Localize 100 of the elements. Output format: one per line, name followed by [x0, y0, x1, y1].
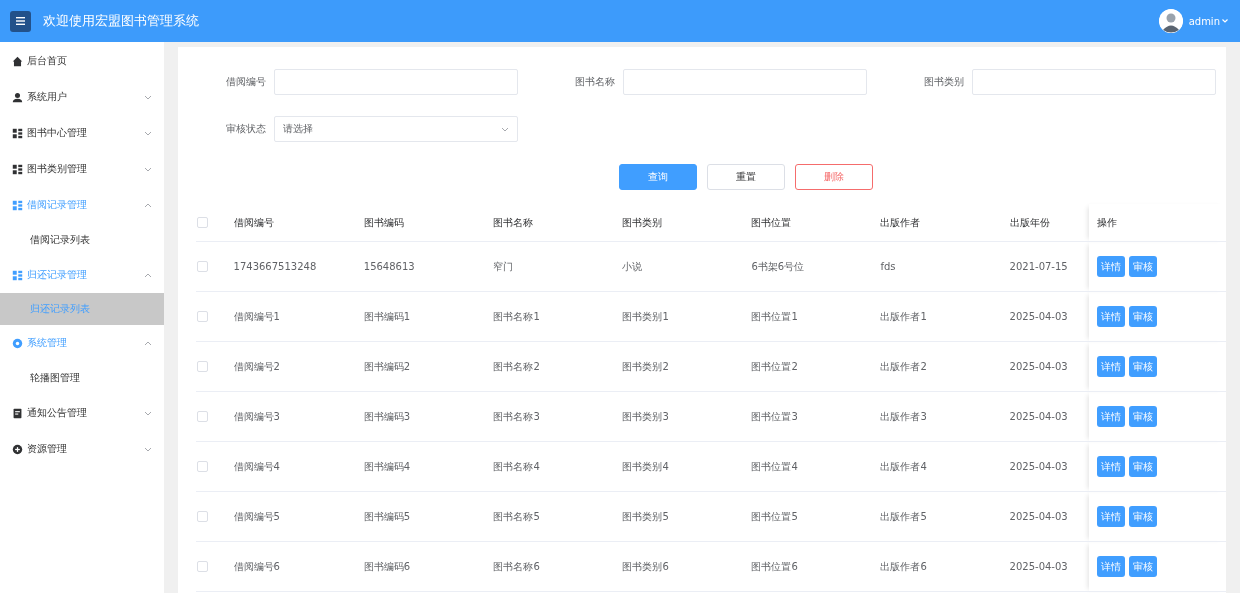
field-label: 借阅编号 [225, 75, 267, 89]
sidebar-subitem[interactable]: 归还记录列表 [0, 293, 164, 325]
delete-button[interactable]: 删除 [795, 164, 873, 190]
table-cell: 出版作者6 [880, 560, 927, 572]
table-cell: 1743667513248 [233, 261, 317, 272]
checkbox[interactable] [197, 261, 208, 272]
table-cell: 出版作者4 [880, 460, 927, 472]
chevron-down-icon [144, 130, 152, 136]
sidebar-subitem[interactable]: 轮播图管理 [0, 361, 164, 395]
checkbox[interactable] [197, 217, 208, 228]
sidebar-subitem[interactable]: 借阅记录列表 [0, 223, 164, 257]
details-button[interactable]: 详情 [1096, 406, 1125, 427]
review-button[interactable]: 审核 [1128, 256, 1157, 277]
sidebar-item[interactable]: 系统用户 [0, 79, 164, 115]
table-cell: 图书类别6 [622, 560, 669, 572]
table-cell: fds [880, 261, 896, 272]
sidebar-item[interactable]: 系统管理 [0, 325, 164, 361]
search-button[interactable]: 查询 [619, 164, 697, 190]
table-cell: 图书类别1 [622, 310, 669, 322]
details-button[interactable]: 详情 [1096, 306, 1125, 327]
review-button[interactable]: 审核 [1128, 356, 1157, 377]
chevron-down-icon [144, 94, 152, 100]
review-button[interactable]: 审核 [1128, 306, 1157, 327]
column-header: 图书编码 [363, 216, 404, 228]
user-icon [12, 91, 23, 103]
table-cell: 借阅编号3 [233, 410, 280, 422]
table-cell: 图书名称2 [493, 360, 540, 372]
table-cell: 出版作者1 [880, 310, 927, 322]
details-button[interactable]: 详情 [1096, 556, 1125, 577]
table-cell: 2025-04-03 [1009, 361, 1068, 372]
table-cell: 借阅编号6 [233, 560, 280, 572]
input-field[interactable] [274, 69, 518, 95]
chevron-down-icon [144, 446, 152, 452]
app-title: 欢迎使用宏盟图书管理系统 [43, 12, 200, 30]
table-cell: 图书类别2 [622, 360, 669, 372]
review-button[interactable]: 审核 [1128, 506, 1157, 527]
sidebar-item[interactable]: 通知公告管理 [0, 395, 164, 431]
checkbox[interactable] [197, 411, 208, 422]
column-header: 操作 [1096, 216, 1117, 228]
sidebar-item[interactable]: 后台首页 [0, 43, 164, 79]
table-cell: 图书编码1 [363, 310, 411, 322]
table-cell: 图书编码3 [363, 410, 411, 422]
details-button[interactable]: 详情 [1096, 506, 1125, 527]
input-field[interactable] [972, 69, 1216, 95]
field-label: 图书类别 [923, 75, 965, 89]
grid-icon [12, 269, 23, 281]
menu-button[interactable] [10, 10, 31, 32]
review-button[interactable]: 审核 [1128, 406, 1157, 427]
table-cell: 图书编码2 [363, 360, 411, 372]
table-cell: 图书类别3 [622, 410, 669, 422]
details-button[interactable]: 详情 [1096, 456, 1125, 477]
table-cell: 图书名称1 [493, 310, 540, 322]
table-cell: 出版作者5 [880, 510, 927, 522]
table-cell: 图书位置2 [751, 360, 798, 372]
sidebar-item[interactable]: 图书类别管理 [0, 151, 164, 187]
checkbox[interactable] [197, 461, 208, 472]
review-button[interactable]: 审核 [1128, 456, 1157, 477]
table-cell: 出版作者2 [880, 360, 927, 372]
menu-icon [16, 17, 25, 25]
chevron-down-icon [144, 410, 152, 416]
chevron-up-icon [144, 202, 152, 208]
review-button[interactable]: 审核 [1128, 556, 1157, 577]
checkbox[interactable] [197, 311, 208, 322]
sidebar-item[interactable]: 图书中心管理 [0, 115, 164, 151]
user-menu[interactable]: admin [1188, 15, 1228, 27]
field-label: 图书名称 [574, 75, 616, 89]
sidebar-item[interactable]: 归还记录管理 [0, 257, 164, 293]
table-cell: 小说 [622, 260, 643, 272]
table-cell: 图书名称6 [493, 560, 540, 572]
checkbox[interactable] [197, 511, 208, 522]
column-header: 图书类别 [622, 216, 663, 228]
sidebar-item[interactable]: 资源管理 [0, 431, 164, 467]
table-cell: 15648613 [363, 261, 415, 272]
field-label: 审核状态 [225, 122, 267, 136]
caret-icon [1222, 19, 1228, 23]
table-cell: 借阅编号2 [233, 360, 280, 372]
table-cell: 图书编码5 [363, 510, 411, 522]
table-cell: 窄门 [493, 260, 514, 272]
chevron-down-icon [501, 126, 509, 132]
details-button[interactable]: 详情 [1096, 256, 1125, 277]
table-cell: 图书类别5 [622, 510, 669, 522]
grid-icon [12, 163, 23, 175]
input-field[interactable] [623, 69, 867, 95]
table-cell: 图书位置3 [751, 410, 798, 422]
table-cell: 图书位置5 [751, 510, 798, 522]
column-header: 借阅编号 [233, 216, 274, 228]
document-icon [12, 407, 23, 419]
select-field[interactable]: 请选择 [274, 116, 518, 142]
plus-circle-icon [12, 443, 23, 455]
reset-button[interactable]: 重置 [707, 164, 785, 190]
sidebar-item[interactable]: 借阅记录管理 [0, 187, 164, 223]
table-cell: 借阅编号4 [233, 460, 280, 472]
table-cell: 出版作者3 [880, 410, 927, 422]
checkbox[interactable] [197, 561, 208, 572]
chevron-up-icon [144, 272, 152, 278]
table-cell: 2025-04-03 [1009, 511, 1068, 522]
details-button[interactable]: 详情 [1096, 356, 1125, 377]
table-cell: 2021-07-15 [1009, 261, 1068, 272]
checkbox[interactable] [197, 361, 208, 372]
chevron-up-icon [144, 340, 152, 346]
